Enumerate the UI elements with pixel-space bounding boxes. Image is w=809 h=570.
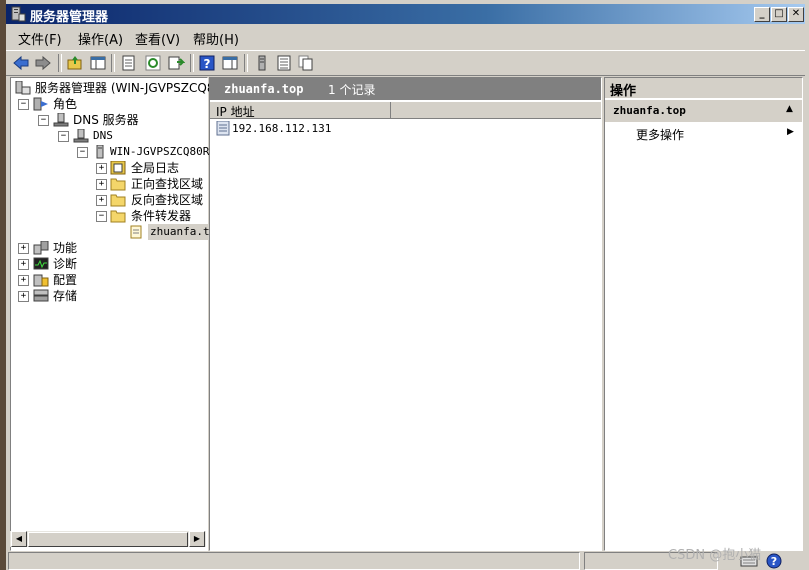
server-icon[interactable] bbox=[253, 54, 271, 72]
scroll-left-button[interactable]: ◀ bbox=[11, 531, 27, 547]
status-segment-main bbox=[8, 552, 580, 570]
expand-toggle[interactable]: + bbox=[96, 163, 107, 174]
menu-file[interactable]: 文件(F) bbox=[18, 29, 62, 48]
menu-action[interactable]: 操作(A) bbox=[78, 29, 123, 48]
folder-icon bbox=[110, 210, 126, 223]
title-bar[interactable]: 服务器管理器 _ □ ✕ bbox=[6, 4, 805, 25]
help-icon[interactable]: ? bbox=[766, 553, 782, 569]
more-actions-label: 更多操作 bbox=[636, 128, 685, 142]
export-list-icon[interactable] bbox=[120, 54, 138, 72]
server-icon bbox=[96, 145, 104, 159]
roles-icon bbox=[33, 97, 48, 111]
tree-label: 配置 bbox=[53, 273, 78, 287]
actions-section-header[interactable]: zhuanfa.top ▲ bbox=[605, 100, 802, 122]
tree-label: 存储 bbox=[53, 289, 78, 303]
column-divider[interactable] bbox=[390, 102, 391, 118]
tree-label-selected: zhuanfa.t bbox=[148, 224, 212, 240]
storage-icon bbox=[33, 289, 49, 302]
tree-label: 反向查找区域 bbox=[131, 193, 204, 207]
svg-text:?: ? bbox=[771, 555, 777, 568]
toolbar-separator bbox=[244, 54, 248, 72]
toolbar-separator bbox=[111, 54, 115, 72]
folder-icon bbox=[110, 178, 126, 191]
dns-server-icon bbox=[53, 113, 69, 127]
help-icon[interactable]: ? bbox=[198, 54, 216, 72]
tree-label: WIN-JGVPSZCQ80R bbox=[110, 145, 210, 158]
menu-view[interactable]: 查看(V) bbox=[135, 29, 180, 48]
collapse-toggle[interactable]: − bbox=[77, 147, 88, 158]
tree-label: 条件转发器 bbox=[131, 209, 192, 223]
more-actions-item[interactable]: 更多操作 ▶ bbox=[605, 124, 802, 142]
collapse-toggle[interactable]: − bbox=[58, 131, 69, 142]
svg-text:?: ? bbox=[204, 57, 211, 71]
scroll-right-button[interactable]: ▶ bbox=[189, 531, 205, 547]
server-manager-window: 服务器管理器 _ □ ✕ 文件(F) 操作(A) 查看(V) 帮助(H) ? 服… bbox=[0, 0, 809, 570]
action-pane-icon[interactable] bbox=[221, 54, 239, 72]
results-header: zhuanfa.top 1 个记录 bbox=[210, 78, 601, 100]
tree-label: 诊断 bbox=[53, 257, 78, 271]
collapse-toggle[interactable]: − bbox=[18, 99, 29, 110]
tree-label: 角色 bbox=[53, 97, 78, 111]
tree-label: DNS bbox=[93, 129, 113, 142]
column-header-row: IP 地址 bbox=[210, 102, 601, 119]
list-icon[interactable] bbox=[275, 54, 293, 72]
expand-toggle[interactable]: + bbox=[18, 243, 29, 254]
expand-toggle[interactable]: + bbox=[96, 195, 107, 206]
tree-item-zhuanfa[interactable]: zhuanfa.t bbox=[129, 224, 212, 240]
collapse-toggle[interactable]: − bbox=[38, 115, 49, 126]
close-button[interactable]: ✕ bbox=[788, 7, 804, 22]
forwarder-icon bbox=[130, 225, 142, 239]
maximize-button[interactable]: □ bbox=[771, 7, 787, 22]
actions-section-title: zhuanfa.top bbox=[613, 104, 686, 117]
actions-title: 操作 bbox=[610, 84, 637, 99]
minimize-button[interactable]: _ bbox=[754, 7, 770, 22]
collapse-up-icon[interactable]: ▲ bbox=[786, 104, 793, 114]
folder-icon bbox=[110, 194, 126, 207]
record-ip: 192.168.112.131 bbox=[232, 122, 332, 135]
background-strip bbox=[0, 0, 6, 570]
record-icon bbox=[216, 121, 230, 136]
actions-pane: 操作 zhuanfa.top ▲ 更多操作 ▶ bbox=[604, 77, 803, 551]
tree-horizontal-scrollbar[interactable]: ◀ ▶ bbox=[10, 531, 206, 547]
window-title: 服务器管理器 bbox=[30, 10, 109, 25]
watermark: CSDN @抱小猫 bbox=[668, 548, 762, 563]
toolbar-separator bbox=[58, 54, 62, 72]
tree-label: 服务器管理器 (WIN-JGVPSZCQ80 bbox=[35, 81, 223, 95]
tree-label: 全局日志 bbox=[131, 161, 180, 175]
menu-bar: 文件(F) 操作(A) 查看(V) 帮助(H) bbox=[6, 26, 805, 48]
show-hide-tree-icon[interactable] bbox=[89, 54, 107, 72]
console-tree-pane: 服务器管理器 (WIN-JGVPSZCQ80 − 角色 − DNS 服务器 − bbox=[10, 77, 222, 551]
submenu-arrow-icon: ▶ bbox=[787, 127, 794, 137]
up-folder-icon[interactable] bbox=[66, 54, 84, 72]
results-pane: zhuanfa.top 1 个记录 IP 地址 192.168.112.131 bbox=[209, 77, 602, 551]
toolbar: ? bbox=[6, 50, 805, 76]
expand-toggle[interactable]: + bbox=[18, 259, 29, 270]
actions-header: 操作 bbox=[605, 78, 802, 99]
column-header-ip[interactable]: IP 地址 bbox=[216, 103, 255, 120]
record-count: 1 个记录 bbox=[328, 83, 376, 97]
copy-icon[interactable] bbox=[297, 54, 315, 72]
tree-label: DNS 服务器 bbox=[73, 113, 139, 127]
tree-label: 功能 bbox=[53, 241, 78, 255]
configuration-icon bbox=[33, 274, 49, 287]
forward-arrow-icon[interactable] bbox=[34, 54, 52, 72]
tree-label: 正向查找区域 bbox=[131, 177, 204, 191]
zone-name: zhuanfa.top bbox=[224, 82, 304, 96]
dns-icon bbox=[73, 129, 89, 143]
server-manager-icon bbox=[15, 81, 31, 95]
features-icon bbox=[33, 241, 49, 255]
refresh-icon[interactable] bbox=[144, 54, 162, 72]
event-log-icon bbox=[110, 161, 126, 175]
scroll-thumb[interactable] bbox=[28, 532, 188, 547]
back-arrow-icon[interactable] bbox=[12, 54, 30, 72]
expand-toggle[interactable]: + bbox=[18, 291, 29, 302]
server-manager-icon bbox=[11, 6, 26, 22]
expand-toggle[interactable]: + bbox=[96, 179, 107, 190]
toolbar-separator bbox=[190, 54, 194, 72]
collapse-toggle[interactable]: − bbox=[96, 211, 107, 222]
properties-icon[interactable] bbox=[167, 54, 185, 72]
diagnostics-icon bbox=[33, 257, 49, 270]
expand-toggle[interactable]: + bbox=[18, 275, 29, 286]
menu-help[interactable]: 帮助(H) bbox=[193, 29, 239, 48]
